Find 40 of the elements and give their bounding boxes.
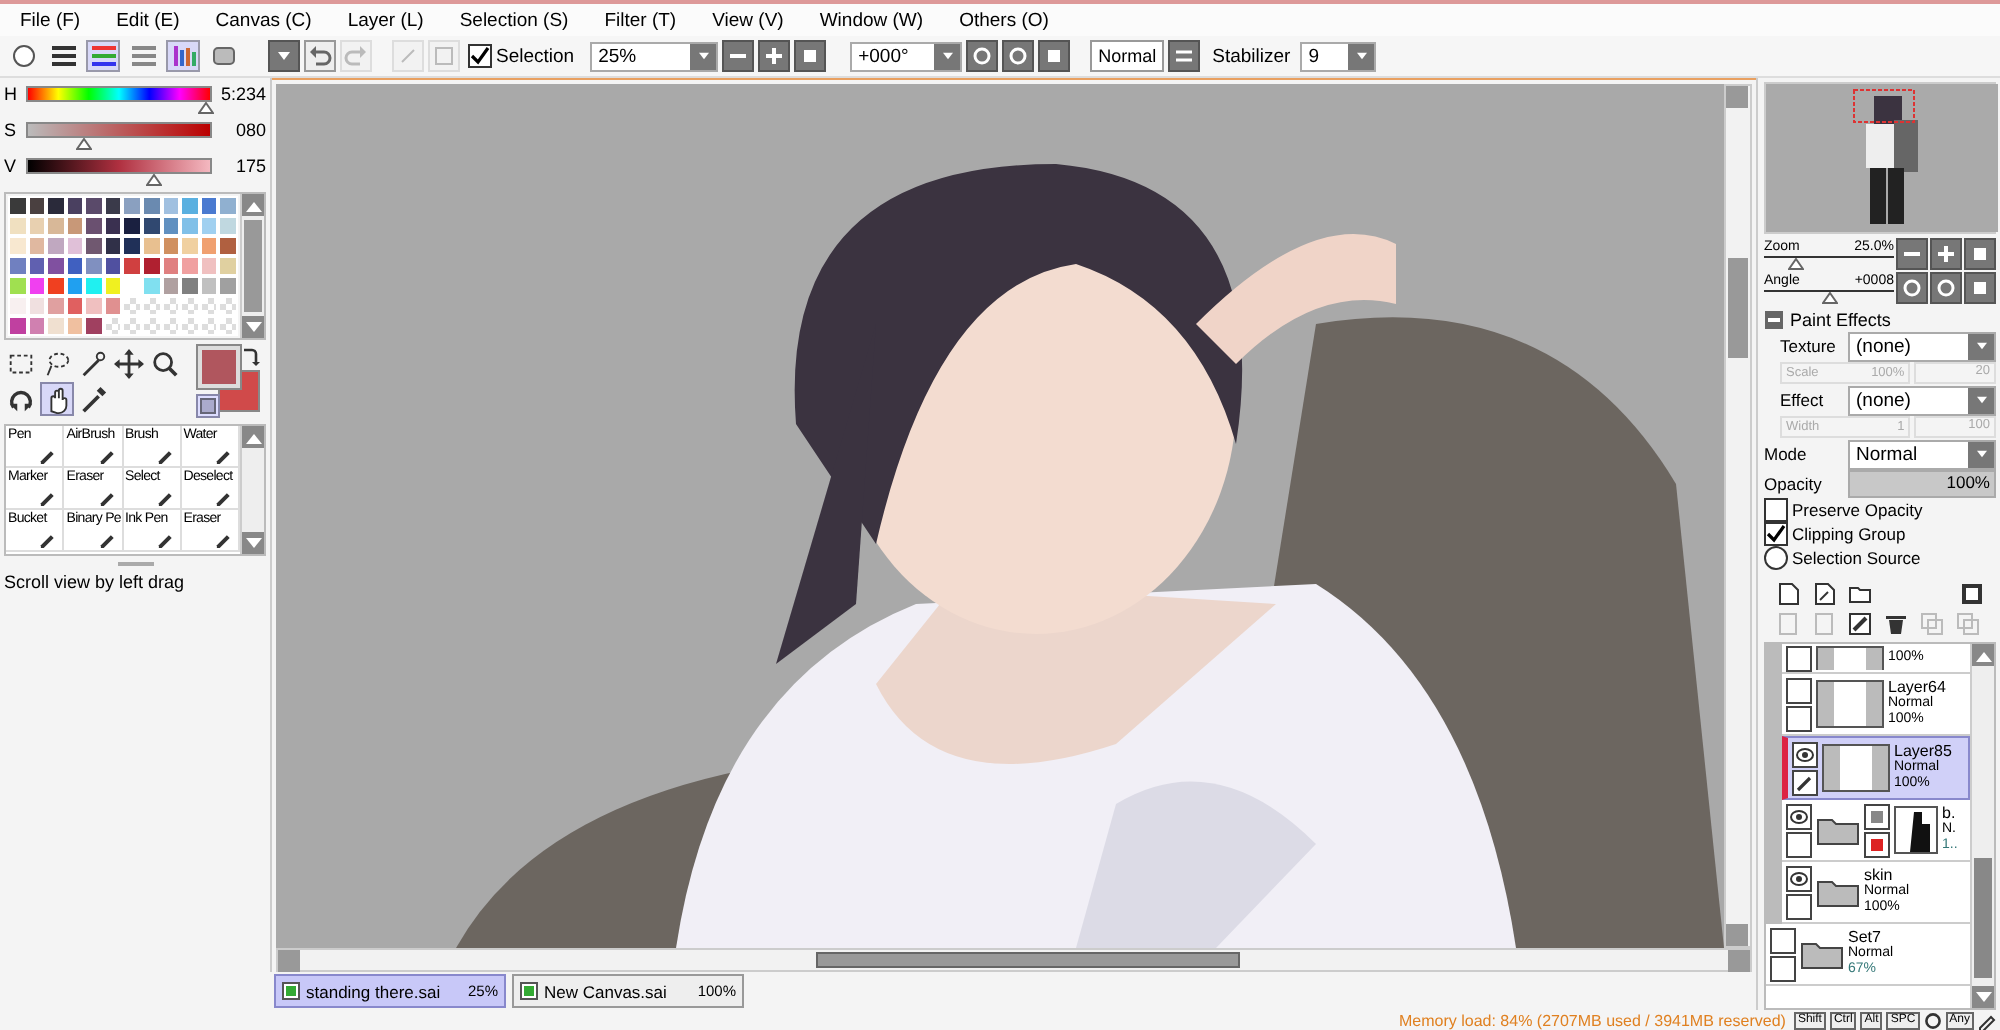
layer-name: Layer64 (1888, 680, 1946, 696)
menu-item[interactable]: View (V) (704, 9, 812, 31)
zoom-dropdown[interactable]: 25% (590, 41, 719, 71)
checkbox[interactable]: Clipping Group (1764, 522, 1996, 546)
dropdown[interactable]: (none) (1848, 385, 1996, 415)
angle-dropdown[interactable]: +000° (850, 41, 963, 71)
slider-label: S (4, 120, 19, 140)
opacity-slider[interactable]: 100% (1848, 470, 1996, 498)
menu-item[interactable]: Edit (E) (108, 9, 208, 31)
status-hint: Scroll view by left drag (2, 570, 187, 594)
slider-label: H (4, 84, 19, 104)
field-label: Effect (1778, 390, 1826, 410)
dropdown[interactable]: (none) (1848, 331, 1996, 361)
slider-value: 080 (233, 120, 266, 140)
checkbox[interactable]: Preserve Opacity (1764, 498, 1996, 522)
field-label: Mode (1764, 444, 1809, 464)
dropdown[interactable]: Normal (1848, 439, 1996, 469)
selection-checkbox[interactable]: Selection (468, 44, 575, 68)
stabilizer-label: Stabilizer (1212, 45, 1291, 67)
menu-item[interactable]: Filter (T) (596, 9, 705, 31)
menu-item[interactable]: Canvas (C) (207, 9, 340, 31)
menu-item[interactable]: Window (W) (811, 9, 952, 31)
layer-name: b. (1942, 806, 1958, 822)
menu-item[interactable]: File (F) (12, 9, 109, 31)
section-title: Paint Effects (1790, 310, 1891, 330)
stabilizer-dropdown[interactable]: 9 (1300, 41, 1377, 71)
menu-item[interactable]: Layer (L) (339, 9, 452, 31)
radio-button[interactable]: Selection Source (1764, 546, 1996, 570)
menu-item[interactable]: Others (O) (951, 9, 1077, 31)
layer-name: Set7 (1848, 930, 1883, 946)
slider-value: 175 (233, 156, 266, 176)
layer-name: Layer85 (1894, 744, 1952, 760)
field-label: Opacity (1764, 474, 1824, 494)
layer-name: skin (1864, 868, 1895, 884)
blend-mode-button[interactable]: Normal (1090, 40, 1165, 72)
menu-item[interactable]: Selection (S) (451, 9, 597, 31)
slider-value: 5:234 (218, 84, 266, 104)
field-label: Texture (1778, 336, 1838, 356)
slider-label: V (4, 156, 19, 176)
memory-status: Memory load: 84% (2707MB used / 3941MB reserved) (1399, 1011, 1786, 1029)
